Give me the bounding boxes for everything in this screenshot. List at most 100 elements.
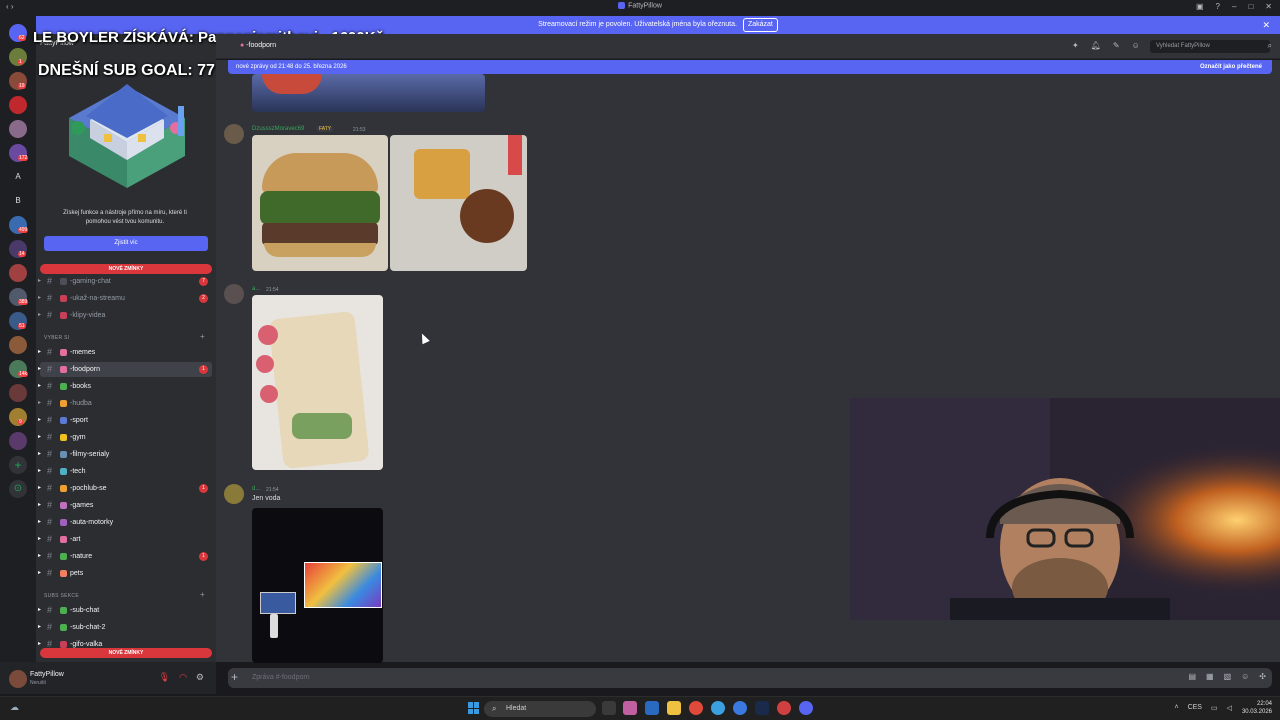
app-icon[interactable] bbox=[733, 701, 747, 715]
avatar[interactable] bbox=[224, 484, 244, 504]
app-icon[interactable] bbox=[645, 701, 659, 715]
apps-icon[interactable]: ✣ bbox=[1259, 672, 1266, 681]
member-list-icon[interactable]: ☺ bbox=[1132, 41, 1140, 50]
server-icon[interactable] bbox=[9, 336, 27, 354]
user-name[interactable]: FattyPillow bbox=[30, 671, 64, 678]
search-icon[interactable]: ⌕ bbox=[1268, 41, 1272, 51]
fries-image[interactable] bbox=[390, 135, 527, 271]
taskbar-search[interactable]: ⌕ Hledat bbox=[484, 701, 596, 717]
server-icon[interactable]: B bbox=[9, 192, 27, 210]
notification-bell-icon[interactable]: 🔔︎ bbox=[1091, 41, 1101, 50]
channel-item[interactable]: ▸ # -pochlub-se 1 bbox=[38, 481, 212, 496]
avatar[interactable] bbox=[224, 124, 244, 144]
message-author[interactable]: DzussszMoravec69 bbox=[252, 126, 304, 132]
maximize-button[interactable]: □ bbox=[1248, 2, 1253, 11]
pin-icon[interactable]: ✎ bbox=[1113, 41, 1120, 50]
help-icon[interactable]: ? bbox=[1216, 2, 1220, 11]
steam-icon[interactable] bbox=[755, 701, 769, 715]
server-icon[interactable]: 1 bbox=[9, 48, 27, 66]
channel-item[interactable]: ▸ # -memes bbox=[38, 345, 212, 360]
channel-item[interactable]: ▸ # -sub-chat-2 bbox=[38, 620, 212, 635]
channel-item[interactable]: ▸ # -gaming-chat 7 bbox=[38, 274, 212, 289]
channel-item[interactable]: ▸ # -ukaž-na-streamu 2 bbox=[38, 291, 212, 306]
message-author[interactable]: a... bbox=[252, 286, 260, 292]
channel-item[interactable]: ▸ # -art bbox=[38, 532, 212, 547]
chrome-icon[interactable] bbox=[689, 701, 703, 715]
channel-item[interactable]: ▸ # -books bbox=[38, 379, 212, 394]
wrap-image[interactable] bbox=[252, 295, 383, 470]
server-icon[interactable] bbox=[9, 384, 27, 402]
server-icon[interactable]: 51 bbox=[9, 312, 27, 330]
close-window-button[interactable]: ✕ bbox=[1265, 2, 1272, 11]
channel-item[interactable]: ▸ # -foodporn 1 bbox=[38, 362, 212, 377]
add-channel-icon[interactable]: + bbox=[200, 332, 205, 341]
banner-close-button[interactable]: ✕ bbox=[1262, 16, 1270, 34]
channel-item[interactable]: ▸ # -nature 1 bbox=[38, 549, 212, 564]
disable-streamer-mode-button[interactable]: Zakázat bbox=[742, 18, 778, 32]
inbox-icon[interactable]: ▣ bbox=[1196, 2, 1204, 11]
app-icon[interactable] bbox=[777, 701, 791, 715]
tray-chevron-icon[interactable]: ˄ bbox=[1174, 704, 1178, 712]
mark-as-read-button[interactable]: Označit jako přečtené bbox=[1200, 60, 1262, 74]
attach-plus-icon[interactable]: + bbox=[231, 670, 238, 684]
server-icon[interactable]: A bbox=[9, 168, 27, 186]
message-composer[interactable]: + Zpráva #-foodporn ▤ ▦ ▧ ☺ ✣ bbox=[228, 668, 1272, 688]
widgets-icon[interactable]: ☁ bbox=[10, 702, 19, 713]
new-mentions-pill[interactable]: NOVÉ ZMÍNKY bbox=[40, 264, 212, 274]
deafen-icon[interactable]: ◠ bbox=[179, 672, 187, 683]
burger-image[interactable] bbox=[252, 135, 388, 271]
server-icon[interactable]: 14k bbox=[9, 360, 29, 378]
app-icon[interactable] bbox=[623, 701, 637, 715]
minimize-button[interactable]: – bbox=[1232, 2, 1236, 11]
server-icon[interactable]: 9 bbox=[9, 408, 27, 426]
emoji-icon[interactable]: ☺ bbox=[1241, 672, 1249, 681]
mute-mic-icon[interactable]: 🎙︎ bbox=[159, 672, 170, 683]
avatar[interactable] bbox=[224, 284, 244, 304]
message-image[interactable] bbox=[252, 74, 485, 112]
server-icon[interactable]: 389 bbox=[9, 288, 29, 306]
screen-photo-image[interactable] bbox=[252, 508, 383, 663]
server-icon[interactable]: 19 bbox=[9, 72, 27, 90]
channel-item[interactable]: ▸ # -tech bbox=[38, 464, 212, 479]
channel-item[interactable]: ▸ # -auta-motorky bbox=[38, 515, 212, 530]
add-server-icon[interactable]: + bbox=[9, 456, 27, 474]
server-icon[interactable]: 14 bbox=[9, 240, 27, 258]
gif-icon[interactable]: ▦ bbox=[1206, 672, 1214, 681]
discord-icon[interactable] bbox=[799, 701, 813, 715]
task-view-icon[interactable] bbox=[602, 701, 616, 715]
language-indicator[interactable]: CES bbox=[1188, 704, 1202, 712]
channel-item[interactable]: ▸ # -gym bbox=[38, 430, 212, 445]
threads-icon[interactable]: ✦ bbox=[1072, 41, 1079, 50]
channel-item[interactable]: ▸ # -gifo-valka bbox=[38, 637, 212, 652]
search-input[interactable]: Vyhledat FattyPillow bbox=[1150, 40, 1270, 53]
edge-icon[interactable] bbox=[711, 701, 725, 715]
learn-more-button[interactable]: Zjistit víc bbox=[44, 236, 208, 251]
volume-icon[interactable]: ◁ bbox=[1227, 704, 1232, 712]
channel-item[interactable]: ▸ # -sub-chat bbox=[38, 603, 212, 618]
message-author[interactable]: d... bbox=[252, 486, 260, 492]
server-icon[interactable] bbox=[9, 96, 27, 114]
settings-gear-icon[interactable]: ⚙ bbox=[196, 672, 204, 683]
channel-item[interactable]: ▸ # -hudba bbox=[38, 396, 212, 411]
channel-item[interactable]: ▸ # -games bbox=[38, 498, 212, 513]
server-icon[interactable]: 172 bbox=[9, 144, 29, 162]
server-icon[interactable] bbox=[9, 120, 27, 138]
category-vyber-si[interactable]: VYBER SI bbox=[44, 335, 69, 341]
server-icon[interactable] bbox=[9, 432, 27, 450]
channel-item[interactable]: ▸ # -sport bbox=[38, 413, 212, 428]
new-messages-bar[interactable]: nové zprávy od 21:48 do 25. března 2026 … bbox=[228, 60, 1272, 74]
channel-item[interactable]: ▸ # -klipy-videa bbox=[38, 308, 212, 323]
channel-item[interactable]: ▸ # -filmy-serialy bbox=[38, 447, 212, 462]
home-icon[interactable]: 62 bbox=[9, 24, 27, 42]
taskbar-clock[interactable]: 22:04 30.03.2026 bbox=[1242, 700, 1272, 716]
server-icon[interactable] bbox=[9, 264, 27, 282]
discover-icon[interactable]: ⊙ bbox=[9, 480, 27, 498]
server-icon[interactable]: 499 bbox=[9, 216, 29, 234]
gift-icon[interactable]: ▤ bbox=[1188, 672, 1196, 681]
avatar[interactable] bbox=[9, 670, 27, 688]
file-explorer-icon[interactable] bbox=[667, 701, 681, 715]
channel-item[interactable]: ▸ # pets bbox=[38, 566, 212, 581]
network-icon[interactable]: ▭ bbox=[1211, 704, 1218, 712]
add-channel-icon[interactable]: + bbox=[200, 590, 205, 599]
sticker-icon[interactable]: ▧ bbox=[1224, 672, 1232, 681]
